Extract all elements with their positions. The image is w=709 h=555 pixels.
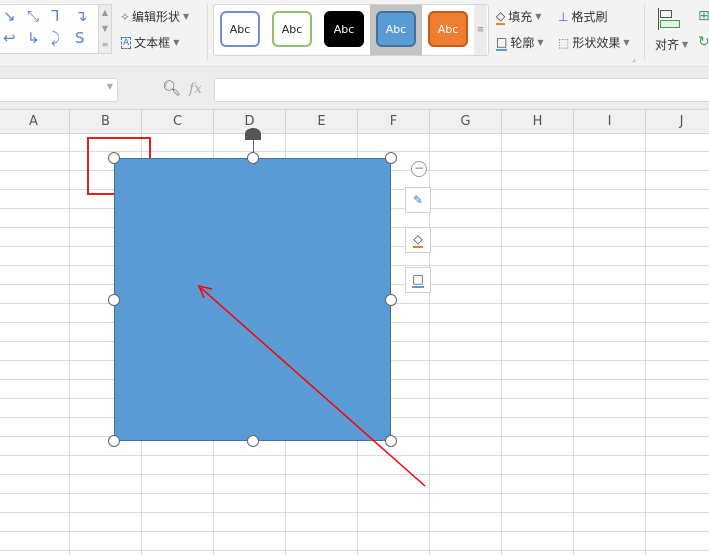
red-arrow-annotation (197, 284, 426, 487)
